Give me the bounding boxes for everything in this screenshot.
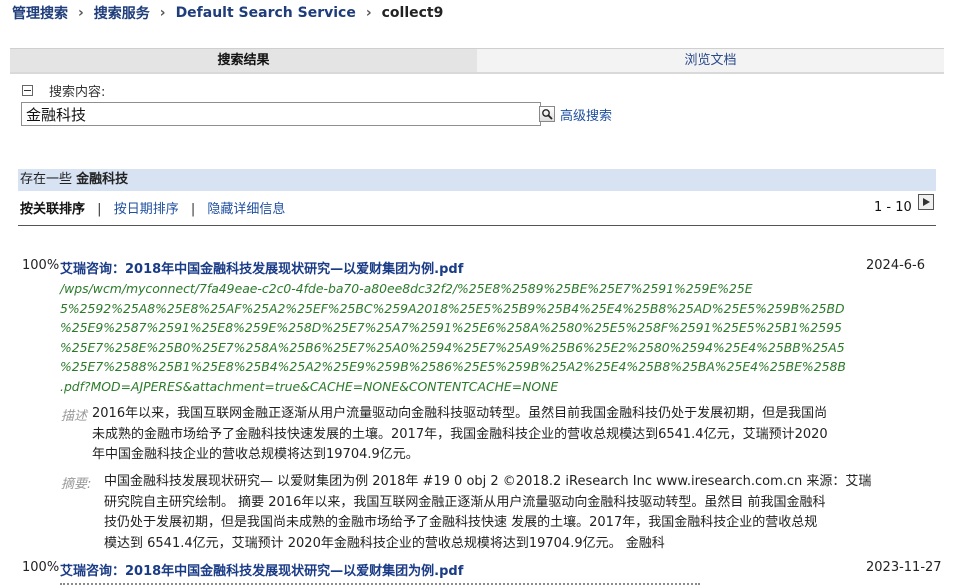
- url-line: .pdf?MOD=AJPERES&attachment=true&CACHE=N…: [60, 378, 559, 394]
- tab-bar: 搜索结果 浏览文档: [10, 48, 944, 73]
- breadcrumb-separator: ›: [159, 5, 166, 21]
- search-input[interactable]: [21, 102, 541, 126]
- tab-underline: [10, 72, 944, 74]
- abstract-line: 中国金融科技发展现状研究— 以爱财集团为例 2018年 #19 0 obj 2 …: [104, 474, 872, 489]
- description-label: 描述: [61, 409, 88, 424]
- breadcrumb-current: collect9: [381, 5, 444, 21]
- breadcrumb-default-search-service[interactable]: Default Search Service: [176, 5, 356, 21]
- results-term: 金融科技: [76, 172, 129, 187]
- breadcrumb-manage-search[interactable]: 管理搜索: [12, 3, 68, 23]
- result-url-cut-off: [60, 580, 700, 587]
- result-score: 100%: [22, 560, 60, 575]
- advanced-search-link[interactable]: 高级搜索: [560, 105, 612, 124]
- magnifier-icon: [542, 109, 553, 120]
- search-button[interactable]: [539, 106, 555, 122]
- sort-by-date-link[interactable]: 按日期排序: [114, 202, 179, 217]
- url-line: 5%2592%25A8%25E8%25AF%25A2%25EF%25BC%259…: [60, 300, 845, 316]
- tab-search-results[interactable]: 搜索结果: [10, 49, 477, 73]
- url-line: %25E9%2587%2591%25E8%259E%258D%25E7%25A7…: [60, 320, 842, 335]
- abstract-line: 研究院自主研究绘制。 摘要 2016年以来，我国互联网金融正逐渐从用户流量驱动向…: [104, 494, 826, 510]
- url-line: /wps/wcm/myconnect/7fa49eae-c2c0-4fde-ba…: [60, 281, 753, 296]
- result-abstract: 中国金融科技发展现状研究— 以爱财集团为例 2018年 #19 0 obj 2 …: [104, 472, 874, 554]
- tab-browse-documents[interactable]: 浏览文档: [477, 49, 944, 73]
- result-url[interactable]: /wps/wcm/myconnect/7fa49eae-c2c0-4fde-ba…: [60, 279, 860, 396]
- result-date: 2024-6-6: [866, 258, 926, 273]
- results-prefix: 存在一些: [20, 172, 73, 187]
- abstract-label: 摘要:: [61, 477, 92, 492]
- search-content-header: 搜索内容:: [22, 81, 105, 100]
- description-line: 2016年以来，我国互联网金融正逐渐从用户流量驱动向金融科技驱动转型。虽然目前我…: [92, 406, 828, 421]
- description-line: 年中国金融科技企业的营收总规模将达到19704.9亿元。: [92, 447, 419, 462]
- result-title-link[interactable]: 艾瑞咨询：2018年中国金融科技发展现状研究—以爱财集团为例.pdf: [60, 560, 463, 579]
- result-date: 2023-11-27: [866, 560, 942, 575]
- breadcrumb-search-service[interactable]: 搜索服务: [94, 3, 150, 23]
- result-score: 100%: [22, 258, 60, 273]
- abstract-line: 模达到 6541.4亿元，艾瑞预计 2020年金融科技企业的营收总规模将达到19…: [104, 535, 665, 551]
- pager-range: 1 - 10: [874, 200, 912, 215]
- next-page-button[interactable]: [918, 194, 934, 210]
- breadcrumb-separator: ›: [78, 5, 84, 21]
- description-line: 未成熟的金融市场给予了金融科技快速发展的土壤。2017年，我国金融科技企业的营收…: [92, 426, 828, 442]
- result-title-link[interactable]: 艾瑞咨询：2018年中国金融科技发展现状研究—以爱财集团为例.pdf: [60, 258, 463, 277]
- sort-separator: |: [97, 202, 102, 217]
- url-line: %25E7%2588%25B1%25E8%25B4%25A2%25E9%259B…: [60, 359, 846, 374]
- sort-separator: |: [190, 202, 196, 217]
- url-line: %25E7%258E%25B0%25E7%258A%25B6%25E7%25A0…: [60, 339, 845, 355]
- search-content-label: 搜索内容:: [49, 85, 106, 100]
- result-description: 2016年以来，我国互联网金融正逐渐从用户流量驱动向金融科技驱动转型。虽然目前我…: [92, 404, 870, 466]
- sort-options: 按关联排序 | 按日期排序 | 隐藏详细信息: [20, 198, 285, 217]
- sort-relevance: 按关联排序: [20, 202, 86, 217]
- results-summary-bar: 存在一些 金融科技: [18, 169, 936, 191]
- hide-details-link[interactable]: 隐藏详细信息: [207, 202, 285, 217]
- collapse-icon[interactable]: [22, 85, 33, 96]
- divider: [18, 225, 936, 226]
- abstract-line: 技仍处于发展初期，但是我国尚未成熟的金融市场给予了金融科技快速 发展的土壤。20…: [104, 515, 818, 530]
- breadcrumb-separator: ›: [365, 5, 372, 21]
- breadcrumb: 管理搜索 › 搜索服务 › Default Search Service › c…: [12, 4, 443, 22]
